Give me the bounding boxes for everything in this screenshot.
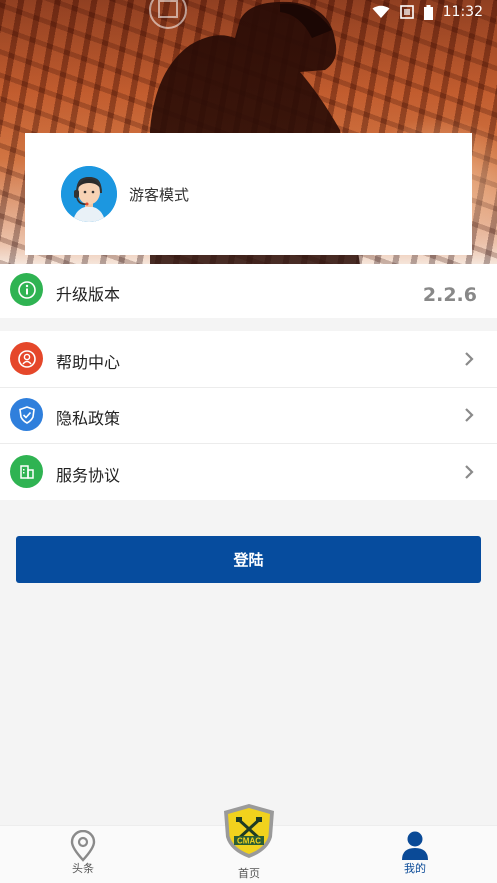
version-value: 2.2.6	[422, 284, 477, 306]
shield-icon	[10, 398, 43, 431]
user-icon	[402, 831, 428, 860]
building-icon	[10, 455, 43, 488]
tab-label: 头条	[72, 862, 94, 875]
avatar-icon	[61, 166, 117, 222]
menu-item-service-agreement[interactable]: 服务协议	[0, 444, 497, 500]
avatar[interactable]	[61, 166, 117, 222]
help-center-icon	[10, 342, 43, 375]
chevron-right-icon	[465, 352, 474, 366]
battery-icon	[423, 4, 433, 20]
location-pin-icon	[70, 830, 96, 862]
tab-label: 首页	[238, 867, 260, 880]
menu-item-label: 隐私政策	[56, 409, 121, 428]
tab-headlines[interactable]: 头条	[52, 826, 114, 883]
chevron-right-icon	[465, 408, 474, 422]
profile-name: 游客模式	[129, 186, 190, 204]
svg-text:CMAC: CMAC	[237, 837, 261, 846]
cmac-badge-icon[interactable]: CMAC	[222, 803, 276, 859]
status-time: 11:32	[442, 4, 483, 20]
chevron-right-icon	[465, 465, 474, 479]
sim-icon	[399, 5, 414, 19]
info-icon	[10, 273, 43, 306]
version-row[interactable]: 升级版本 2.2.6	[0, 264, 497, 318]
profile-card[interactable]: 游客模式	[25, 133, 472, 255]
version-label: 升级版本	[56, 285, 121, 304]
menu-item-label: 帮助中心	[56, 353, 121, 372]
menu-item-help-center[interactable]: 帮助中心	[0, 331, 497, 387]
status-bar: 11:32	[0, 0, 497, 28]
wifi-icon	[372, 5, 390, 18]
tab-mine[interactable]: 我的	[384, 826, 446, 883]
login-button[interactable]: 登陆	[16, 536, 481, 583]
menu-item-label: 服务协议	[56, 466, 121, 485]
tab-label: 我的	[404, 862, 426, 875]
menu-item-privacy-policy[interactable]: 隐私政策	[0, 388, 497, 443]
